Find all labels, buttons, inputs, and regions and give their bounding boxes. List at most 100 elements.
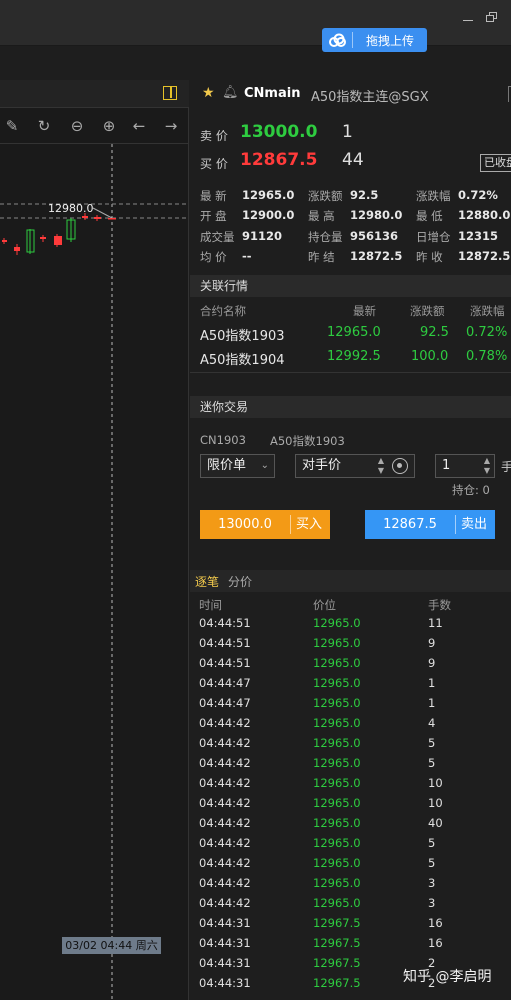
status-badge: 已收盘 bbox=[480, 154, 511, 172]
upload-label: 拖拽上传 bbox=[366, 33, 415, 48]
trade-time: 04:44:31 bbox=[199, 956, 251, 970]
trade-price: 12967.5 bbox=[313, 976, 361, 990]
trade-row: 04:44:42 12965.0 10 bbox=[190, 774, 511, 794]
cloud-icon bbox=[322, 28, 352, 52]
quantity-stepper[interactable]: 1 ▲ ▼ bbox=[435, 454, 495, 478]
stat-open-label: 开 盘 bbox=[200, 209, 227, 223]
chart-pane[interactable]: ✎ ↻ ⊖ ⊕ ← → 12980.0 03/02 04:44 周六 bbox=[0, 80, 189, 1000]
related-row[interactable]: A50指数1903 12965.0 92.5 0.72% bbox=[190, 322, 511, 346]
trade-price: 12965.0 bbox=[313, 796, 361, 810]
trade-qty: 4 bbox=[428, 716, 436, 730]
zoom-out-icon[interactable]: ⊖ bbox=[67, 116, 87, 136]
arrow-left-icon[interactable]: ← bbox=[129, 116, 149, 136]
candles bbox=[2, 213, 116, 255]
refresh-icon[interactable]: ↻ bbox=[34, 116, 54, 136]
col-price: 价位 bbox=[313, 598, 336, 612]
target-icon[interactable] bbox=[392, 458, 408, 474]
trade-price: 12965.0 bbox=[313, 856, 361, 870]
trade-price: 12965.0 bbox=[313, 676, 361, 690]
trade-qty: 40 bbox=[428, 816, 443, 830]
quote-panel: ★ 🔔︎ CNmain A50指数主连@SGX 卖 价 13000.0 1 买 … bbox=[190, 80, 511, 1000]
mini-contract-code: CN1903 bbox=[200, 433, 246, 447]
zoom-in-icon[interactable]: ⊕ bbox=[99, 116, 119, 136]
trade-row: 04:44:51 12965.0 9 bbox=[190, 654, 511, 674]
watermark: 知乎 @李启明 bbox=[403, 969, 492, 985]
tab-tick[interactable]: 逐笔 bbox=[195, 573, 219, 590]
related-row[interactable]: A50指数1904 12992.5 100.0 0.78% bbox=[190, 346, 511, 370]
sell-button[interactable]: 12867.5 卖出 bbox=[365, 510, 495, 539]
order-type-select[interactable]: 限价单 ⌄ bbox=[200, 454, 275, 478]
trade-row: 04:44:47 12965.0 1 bbox=[190, 674, 511, 694]
trade-price: 12965.0 bbox=[313, 696, 361, 710]
chart-toolbar: ✎ ↻ ⊖ ⊕ ← → bbox=[0, 108, 189, 144]
trade-row: 04:44:42 12965.0 5 bbox=[190, 834, 511, 854]
symbol-name: A50指数主连@SGX bbox=[311, 90, 429, 105]
trade-row: 04:44:42 12965.0 5 bbox=[190, 734, 511, 754]
trade-price: 12967.5 bbox=[313, 956, 361, 970]
trade-row: 04:44:42 12965.0 3 bbox=[190, 894, 511, 914]
bell-icon[interactable]: 🔔︎ bbox=[222, 85, 239, 100]
order-type-value: 限价单 bbox=[207, 458, 247, 473]
related-col-name: 合约名称 bbox=[200, 304, 246, 318]
ask-price[interactable]: 13000.0 bbox=[240, 122, 317, 142]
star-icon[interactable]: ★ bbox=[202, 85, 215, 101]
stat-last-label: 最 新 bbox=[200, 189, 227, 203]
stat-prev-settle-label: 昨 结 bbox=[308, 250, 335, 264]
upload-button[interactable]: 拖拽上传 bbox=[322, 28, 427, 52]
related-last: 12992.5 bbox=[327, 349, 381, 364]
panel-toggle-icon[interactable] bbox=[163, 86, 177, 100]
trade-qty: 3 bbox=[428, 876, 436, 890]
price-mode-input[interactable]: 对手价 ▲ ▼ bbox=[295, 454, 415, 478]
trade-price: 12965.0 bbox=[313, 616, 361, 630]
ask-volume: 1 bbox=[342, 122, 353, 142]
symbol-header: ★ 🔔︎ CNmain A50指数主连@SGX bbox=[190, 80, 511, 108]
ask-label: 卖 价 bbox=[200, 129, 228, 143]
bid-price[interactable]: 12867.5 bbox=[240, 150, 317, 170]
col-qty: 手数 bbox=[428, 598, 451, 612]
quote-stats: 最 新 12965.0 涨跌额 92.5 涨跌幅 0.72% 开 盘 12900… bbox=[190, 186, 511, 270]
minimize-icon[interactable] bbox=[460, 10, 476, 24]
stat-low: 12880.0 bbox=[458, 208, 511, 222]
trade-price: 12965.0 bbox=[313, 776, 361, 790]
stat-open: 12900.0 bbox=[242, 208, 295, 222]
trade-row: 04:44:42 12965.0 5 bbox=[190, 854, 511, 874]
trade-time: 04:44:51 bbox=[199, 616, 251, 630]
trade-time: 04:44:42 bbox=[199, 816, 251, 830]
trade-qty: 3 bbox=[428, 896, 436, 910]
trade-row: 04:44:42 12965.0 3 bbox=[190, 874, 511, 894]
related-pct: 0.78% bbox=[466, 349, 508, 364]
mini-trade-header: 迷你交易 bbox=[190, 396, 511, 418]
trade-time: 04:44:42 bbox=[199, 856, 251, 870]
buy-price: 13000.0 bbox=[218, 517, 272, 532]
trade-qty: 9 bbox=[428, 636, 436, 650]
stat-high: 12980.0 bbox=[350, 208, 403, 222]
price-mode-value: 对手价 bbox=[302, 458, 342, 473]
quantity-unit: 手 bbox=[501, 460, 511, 474]
stat-prev-close: 12872.5 bbox=[458, 249, 511, 263]
stat-avg-label: 均 价 bbox=[200, 250, 227, 264]
spinner-icon[interactable]: ▲ ▼ bbox=[378, 456, 384, 476]
stat-oi-change: 12315 bbox=[458, 229, 499, 243]
restore-icon[interactable] bbox=[484, 10, 500, 24]
trade-time: 04:44:42 bbox=[199, 716, 251, 730]
stat-high-label: 最 高 bbox=[308, 209, 335, 223]
upload-divider bbox=[352, 32, 353, 48]
trade-row: 04:44:42 12965.0 4 bbox=[190, 714, 511, 734]
candlestick-chart[interactable]: 12980.0 bbox=[0, 144, 189, 1000]
tab-price-dist[interactable]: 分价 bbox=[228, 573, 252, 590]
trade-qty: 16 bbox=[428, 936, 443, 950]
related-last: 12965.0 bbox=[327, 325, 381, 340]
stat-prev-settle: 12872.5 bbox=[350, 249, 403, 263]
buy-button[interactable]: 13000.0 买入 bbox=[200, 510, 330, 539]
crosshair-time-label: 03/02 04:44 周六 bbox=[62, 937, 161, 954]
trade-time: 04:44:47 bbox=[199, 676, 251, 690]
trade-price: 12967.5 bbox=[313, 916, 361, 930]
arrow-right-icon[interactable]: → bbox=[161, 116, 181, 136]
stat-oi-change-label: 日增仓 bbox=[416, 230, 451, 244]
trade-time: 04:44:47 bbox=[199, 696, 251, 710]
trade-price: 12965.0 bbox=[313, 816, 361, 830]
symbol-code: CNmain bbox=[244, 86, 301, 101]
spinner-icon[interactable]: ▲ ▼ bbox=[484, 456, 490, 476]
pencil-icon[interactable]: ✎ bbox=[2, 116, 22, 136]
related-col-pct: 涨跌幅 bbox=[470, 304, 505, 318]
